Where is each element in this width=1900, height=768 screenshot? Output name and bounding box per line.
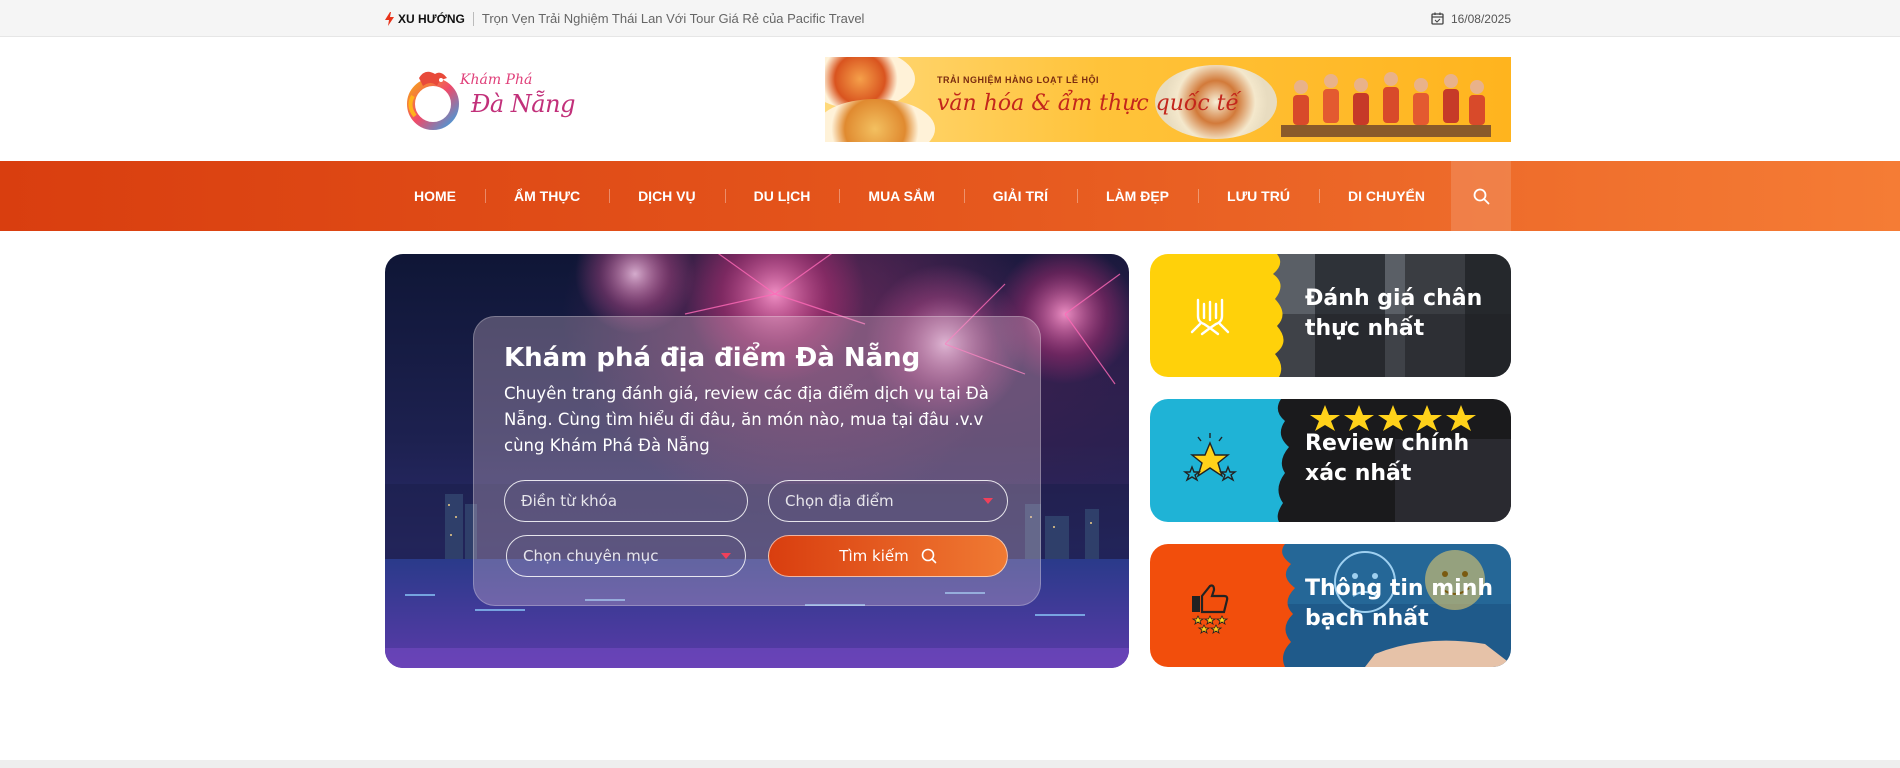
paint-splash-edge [1255,544,1295,667]
card-title: Đánh giá chân thực nhất [1305,286,1483,341]
feature-card-accurate-review[interactable]: Review chính xác nhất [1150,399,1511,522]
card-icon-area [1150,399,1270,522]
handshake-icon [1186,291,1234,340]
search-icon [1473,188,1489,204]
nav-item-home[interactable]: HOME [385,188,485,204]
current-date: 16/08/2025 [1431,12,1511,26]
hero-search-section: Khám phá địa điểm Đà Nẵng Chuyên trang đ… [385,254,1129,668]
search-button-label: Tìm kiếm [839,547,909,565]
logo-line-1: Khám Phá [460,72,533,88]
nav-item-mua-sam[interactable]: MUA SẮM [839,188,963,204]
lightning-icon [385,11,394,26]
main-navbar: HOME ẨM THỰC DỊCH VỤ DU LỊCH MUA SẮM GIẢ… [0,161,1900,231]
keyword-input[interactable] [504,480,748,522]
nav-item-luu-tru[interactable]: LƯU TRÚ [1198,188,1319,204]
people-illustration [1281,72,1491,137]
nav-item-dich-vu[interactable]: DỊCH VỤ [609,188,725,204]
chevron-down-icon [721,553,731,559]
nav-item-am-thuc[interactable]: ẨM THỰC [485,188,609,204]
category-select[interactable]: Chọn chuyên mục [506,535,746,577]
feature-card-honest-review[interactable]: Đánh giá chân thực nhất [1150,254,1511,377]
divider [472,11,474,26]
nav-item-giai-tri[interactable]: GIẢI TRÍ [963,188,1077,204]
site-logo[interactable]: Khám Phá Đà Nẵng [405,64,575,134]
top-bar: XU HƯỚNG Trọn Vẹn Trải Nghiệm Thái Lan V… [0,0,1900,37]
feature-card-transparent-info[interactable]: Thông tin minh bạch nhất [1150,544,1511,667]
card-title: Review chính xác nhất [1305,431,1470,486]
star-rating-icon [1182,432,1238,482]
footer-strip [0,760,1900,768]
promo-banner[interactable]: TRẢI NGHIỆM HÀNG LOẠT LỄ HỘI văn hóa & ẩ… [825,57,1511,142]
banner-subtitle: TRẢI NGHIỆM HÀNG LOẠT LỄ HỘI [937,75,1099,85]
date-text: 16/08/2025 [1450,11,1511,26]
paint-splash-edge [1255,399,1289,522]
logo-line-2: Đà Nẵng [471,90,575,118]
search-panel: Khám phá địa điểm Đà Nẵng Chuyên trang đ… [473,316,1041,606]
dragon-logo-icon [407,71,459,130]
card-icon-area [1150,544,1270,667]
search-button[interactable]: Tìm kiếm [768,535,1008,577]
card-icon-area [1150,254,1270,377]
thumbs-up-icon [1191,583,1229,634]
nav-item-di-chuyen[interactable]: DI CHUYỂN [1318,188,1454,204]
nav-item-du-lich[interactable]: DU LỊCH [724,188,840,204]
category-select-value: Chọn chuyên mục [523,547,659,565]
nav-search-button[interactable] [1451,161,1511,231]
trending-label-text: XU HƯỚNG [398,11,465,26]
location-select[interactable]: Chọn địa điểm [768,480,1008,522]
trending-label: XU HƯỚNG [385,11,465,26]
trending-headline-link[interactable]: Trọn Vẹn Trải Nghiệm Thái Lan Với Tour G… [482,11,865,26]
card-title: Thông tin minh bạch nhất [1305,576,1494,631]
banner-title: văn hóa & ẩm thực quốc tế [937,91,1240,116]
location-select-value: Chọn địa điểm [785,492,894,510]
chevron-down-icon [983,498,993,504]
nav-menu: HOME ẨM THỰC DỊCH VỤ DU LỊCH MUA SẮM GIẢ… [385,161,1511,231]
nav-item-lam-dep[interactable]: LÀM ĐẸP [1077,188,1198,204]
calendar-icon [1431,12,1444,25]
search-icon [921,548,937,564]
hero-title: Khám phá địa điểm Đà Nẵng [504,343,921,373]
paint-splash-edge [1255,254,1284,377]
food-image [825,99,935,142]
hero-description: Chuyên trang đánh giá, review các địa đi… [504,384,989,455]
top-bar-inner: XU HƯỚNG Trọn Vẹn Trải Nghiệm Thái Lan V… [385,0,1511,37]
